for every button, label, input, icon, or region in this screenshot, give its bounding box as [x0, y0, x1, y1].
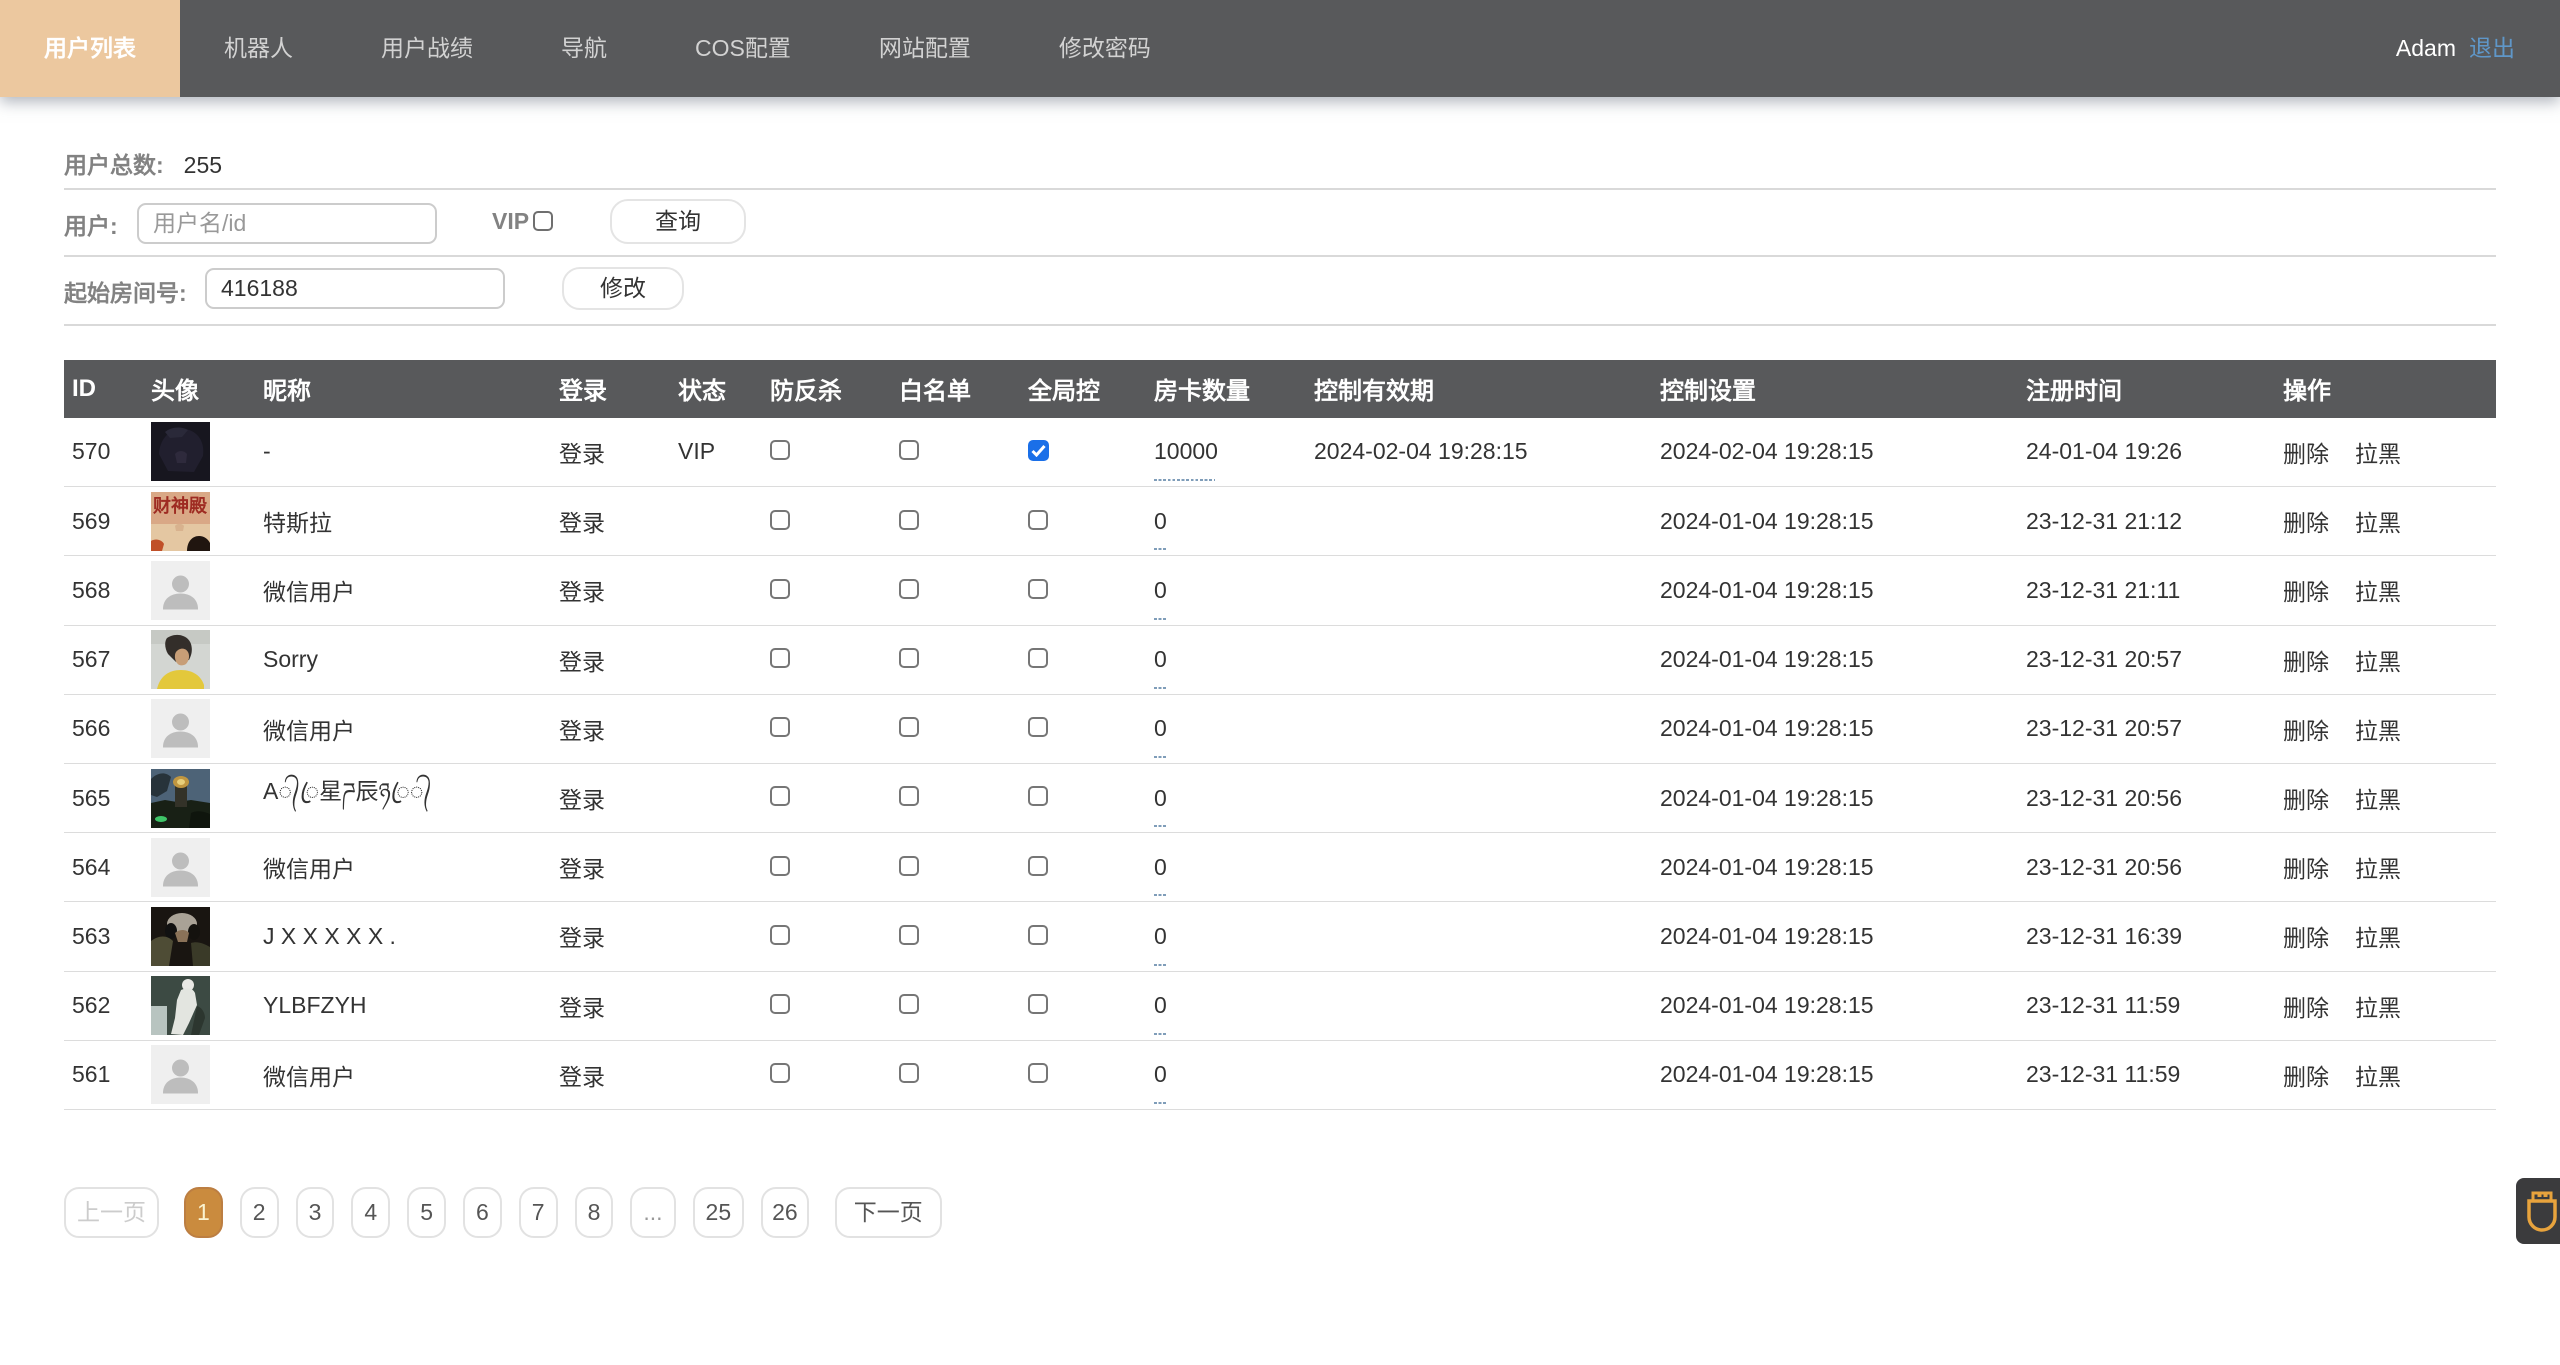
- svg-text:财神殿: 财神殿: [153, 495, 208, 516]
